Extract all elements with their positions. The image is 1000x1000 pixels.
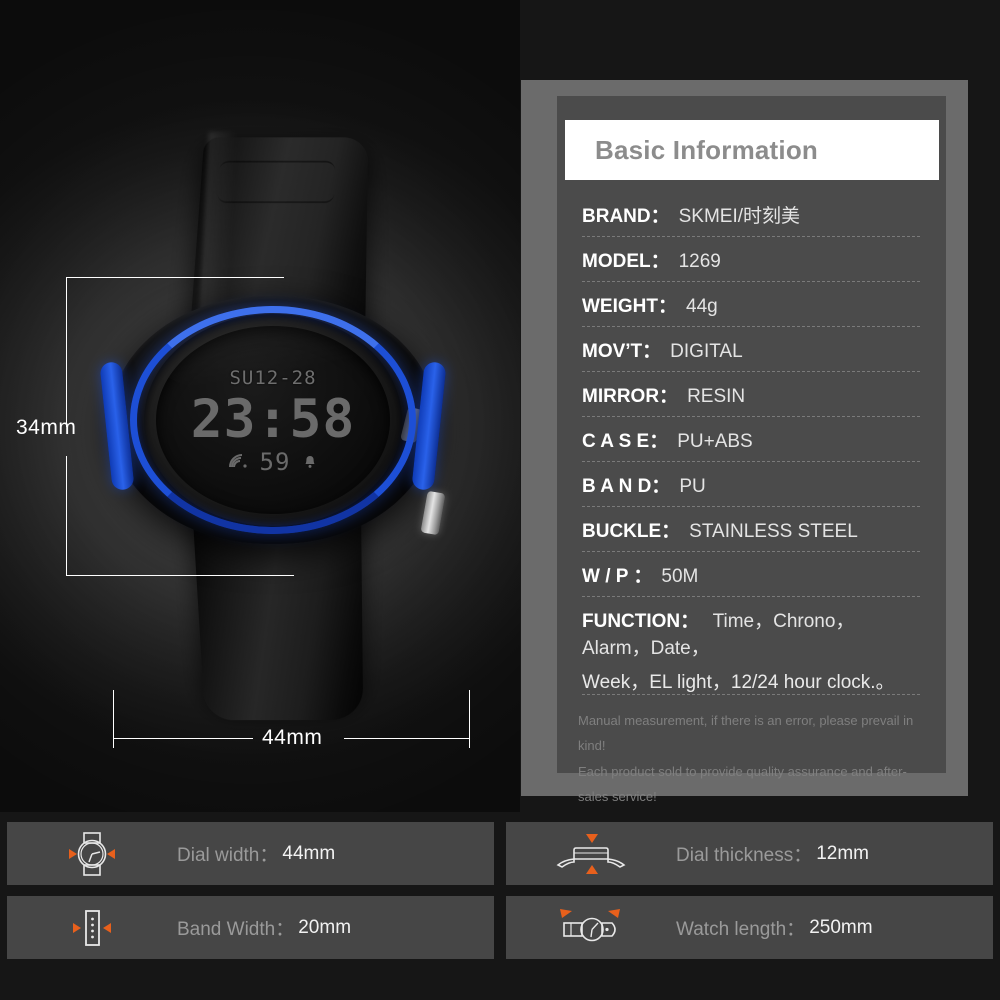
- wristwatch-image: SU12-28 23:58 59: [98, 128, 448, 721]
- spec-key: W / P ：: [582, 566, 653, 587]
- page-title: Basic Information: [595, 134, 818, 165]
- spec-key: MOV’T：: [582, 341, 662, 362]
- info-box-dial-width: Dial width： 44mm: [7, 822, 494, 885]
- info-label: Dial width：: [177, 845, 279, 866]
- signal-wave-icon: [228, 454, 247, 468]
- spec-key: BRAND：: [582, 206, 670, 227]
- lcd-display: SU12-28 23:58 59: [156, 326, 390, 514]
- table-row: MODEL： 1269: [582, 237, 920, 282]
- footnote: Each product sold to provide quality ass…: [578, 763, 907, 805]
- dim-h-line-right: [469, 690, 470, 748]
- lcd-day-date: SU12-28: [229, 366, 317, 389]
- spec-value: 50M: [661, 566, 699, 587]
- spec-panel-title-bar: Basic Information: [565, 120, 939, 180]
- spec-table: BRAND： SKMEI/时刻美 MODEL： 1269 WEIGHT： 44g…: [582, 192, 920, 698]
- spec-value: SKMEI/时刻美: [678, 206, 801, 227]
- table-row: BRAND： SKMEI/时刻美: [582, 192, 920, 237]
- product-photo: SU12-28 23:58 59 34mm 44mm: [0, 0, 520, 812]
- dim-v-tick-top: [66, 277, 284, 278]
- band-width-icon: [7, 905, 177, 951]
- dim-v-tick-bottom: [66, 575, 294, 576]
- table-row: B A N D： PU: [582, 462, 920, 507]
- footnote: Manual measurement, if there is an error…: [578, 713, 914, 754]
- watch-crown: [420, 490, 446, 536]
- bell-icon: [305, 455, 315, 468]
- dim-width-label: 44mm: [262, 726, 323, 749]
- info-label: Watch length：: [676, 919, 806, 940]
- watch-case: SU12-28 23:58 59: [99, 296, 447, 544]
- spec-value: PU+ABS: [677, 431, 753, 452]
- watch-dial: SU12-28 23:58 59: [156, 326, 390, 514]
- product-spec-page: SU12-28 23:58 59 34mm 44mm Basic Informa…: [0, 0, 1000, 1000]
- info-label: Dial thickness：: [676, 845, 813, 866]
- spec-key: WEIGHT：: [582, 296, 677, 317]
- table-row-function: FUNCTION： Time，Chrono，Alarm，Date， Week，E…: [582, 597, 920, 698]
- table-row: C A S E： PU+ABS: [582, 417, 920, 462]
- info-value: 20mm: [298, 916, 352, 938]
- spec-key: MODEL：: [582, 251, 670, 272]
- info-value: 250mm: [809, 916, 873, 938]
- spec-value: PU: [679, 476, 706, 497]
- info-box-watch-length: Watch length： 250mm: [506, 896, 993, 959]
- info-value: 12mm: [816, 842, 870, 864]
- spec-value: STAINLESS STEEL: [689, 521, 858, 542]
- spec-value-line2: Week，EL light，12/24 hour clock.。: [582, 672, 895, 693]
- lcd-time: 23:58: [190, 388, 356, 450]
- dim-h-rule-left: [113, 738, 253, 739]
- watch-length-icon: [506, 905, 676, 951]
- dim-h-rule-right: [344, 738, 470, 739]
- info-box-band-width: Band Width： 20mm: [7, 896, 494, 959]
- table-row: W / P ： 50M: [582, 552, 920, 597]
- info-value: 44mm: [282, 842, 336, 864]
- footer-divider: [582, 694, 920, 695]
- spec-value: RESIN: [687, 386, 746, 407]
- spec-key: MIRROR：: [582, 386, 679, 407]
- watch-thickness-icon: [506, 831, 676, 877]
- spec-key: B A N D：: [582, 476, 671, 497]
- dim-v-line-upper: [66, 277, 67, 427]
- spec-key: FUNCTION：: [582, 611, 700, 632]
- footer-notes: Manual measurement, if there is an error…: [578, 708, 928, 809]
- spec-value: DIGITAL: [670, 341, 743, 362]
- lcd-seconds: 59: [259, 447, 291, 476]
- spec-key: C A S E：: [582, 431, 669, 452]
- info-box-dial-thickness: Dial thickness： 12mm: [506, 822, 993, 885]
- spec-key: BUCKLE：: [582, 521, 681, 542]
- watch-dial-width-icon: [7, 831, 177, 877]
- info-label: Band Width：: [177, 919, 295, 940]
- dim-h-line-left: [113, 690, 114, 748]
- table-row: BUCKLE： STAINLESS STEEL: [582, 507, 920, 552]
- table-row: MOV’T： DIGITAL: [582, 327, 920, 372]
- spec-value: 44g: [686, 296, 718, 317]
- table-row: MIRROR： RESIN: [582, 372, 920, 417]
- lcd-sub-row: 59: [228, 448, 319, 476]
- table-row: WEIGHT： 44g: [582, 282, 920, 327]
- spec-value: 1269: [678, 251, 721, 272]
- dim-v-line-lower: [66, 456, 67, 576]
- dim-height-label: 34mm: [16, 416, 77, 439]
